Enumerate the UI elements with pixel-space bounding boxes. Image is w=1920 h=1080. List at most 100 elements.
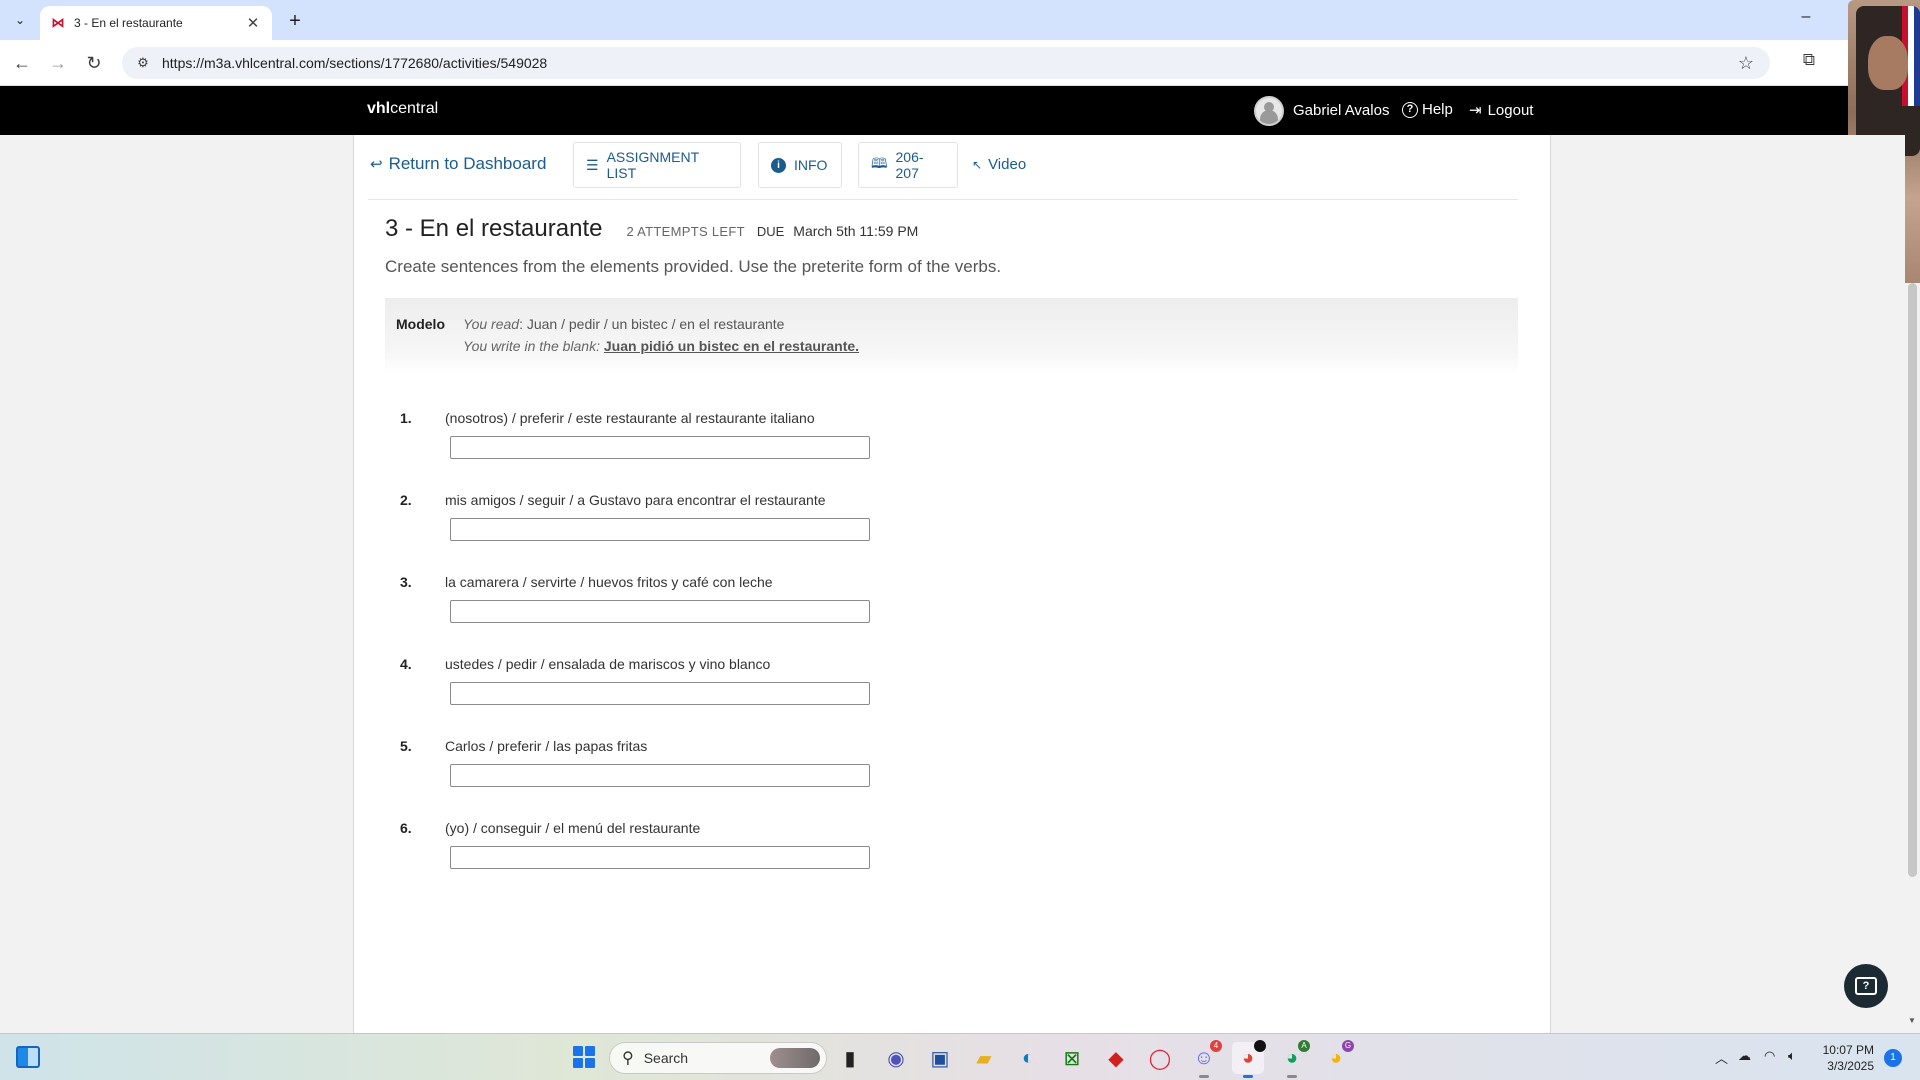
instructions: Create sentences from the elements provi… [385,257,1002,276]
chrome-profile-icon-2[interactable]: ◕ G [1320,1040,1354,1074]
windows-start-icon[interactable] [573,1046,595,1068]
system-clock[interactable]: 10:07 PM 3/3/2025 [1818,1042,1874,1074]
page-margin-right [1551,135,1905,1033]
assignment-list-button[interactable]: ☰ ASSIGNMENT LIST [573,142,741,188]
active-indicator [1243,1075,1253,1078]
answer-input-1[interactable] [450,436,870,459]
notification-badge[interactable]: 1 [1884,1049,1902,1067]
user-name[interactable]: Gabriel Avalos [1293,102,1389,119]
due-date: March 5th 11:59 PM [793,223,919,239]
video-link[interactable]: ↖ Video [972,156,1026,173]
item-prompt: Carlos / preferir / las papas fritas [445,738,648,754]
list-item: 2. mis amigos / seguir / a Gustavo para … [400,492,1000,562]
modelo-read-line: You read: Juan / pedir / un bistec / en … [463,316,784,332]
window-minimize-icon[interactable]: – [1792,8,1820,32]
clock-time: 10:07 PM [1822,1043,1874,1057]
extensions-puzzle-icon[interactable]: ⧉ [1796,50,1822,76]
teams-icon[interactable]: ◉ [880,1042,912,1074]
new-tab-plus-icon[interactable]: + [282,8,308,34]
item-number: 5. [400,738,412,754]
modelo-label: Modelo [396,316,445,332]
modelo-answer: Juan pidió un bistec en el restaurante. [603,338,860,354]
activity-title-row: 3 - En el restaurante 2 ATTEMPTS LEFT DU… [385,215,918,243]
tab-search-chevron-icon[interactable]: ⌄ [6,8,34,32]
item-prompt: (nosotros) / preferir / este restaurante… [445,410,815,426]
browser-tab-active[interactable]: ⋈ 3 - En el restaurante ✕ [40,6,272,40]
browser-toolbar: ← → ↻ ⚙ https://m3a.vhlcentral.com/secti… [0,40,1920,86]
store-icon[interactable]: ▣ [924,1042,956,1074]
windows-taskbar: ⚲ Search ▮ ◉ ▣ ▰ ◐ ⊠ ◆ ◯ ☺ 4 ◕ ◕ A ◕ G ︿… [0,1033,1920,1080]
clock-date: 3/3/2025 [1827,1059,1874,1073]
reply-arrow-icon: ↩ [370,156,383,173]
logout-link[interactable]: ⇥ Logout [1469,101,1534,120]
chat-question-icon: ? [1855,977,1877,995]
discord-badge: 4 [1210,1040,1222,1052]
assignment-list-label: ASSIGNMENT LIST [606,149,699,181]
logout-label: Logout [1487,101,1534,119]
file-explorer-icon[interactable]: ▰ [968,1042,1000,1074]
item-prompt: mis amigos / seguir / a Gustavo para enc… [445,492,826,508]
item-number: 1. [400,410,412,426]
logo-light: central [390,100,439,117]
info-button[interactable]: i INFO [758,142,842,188]
xbox-icon[interactable]: ⊠ [1056,1042,1088,1074]
textbook-pages-button[interactable]: 🕮 206-207 [858,142,958,188]
onedrive-cloud-icon[interactable]: ☁ [1738,1048,1751,1064]
search-highlight-image [770,1048,820,1068]
webcam-person [1868,36,1908,90]
site-settings-icon[interactable]: ⚙ [134,54,152,72]
read-label: You read [463,316,520,332]
chrome-profile-icon[interactable]: ◕ A [1276,1040,1310,1078]
list-item: 4. ustedes / pedir / ensalada de marisco… [400,656,1000,726]
avatar[interactable] [1254,96,1284,126]
edge-icon[interactable]: ◐ [1012,1042,1044,1074]
chrome-icon[interactable]: ◕ [1232,1040,1266,1078]
list-item: 1. (nosotros) / preferir / este restaura… [400,410,1000,480]
list-item: 6. (yo) / conseguir / el menú del restau… [400,820,1000,890]
modelo-write-line: You write in the blank: Juan pidió un bi… [463,338,859,354]
forward-arrow-icon[interactable]: → [44,49,72,77]
taskbar-search[interactable]: ⚲ Search [609,1042,827,1074]
item-number: 6. [400,820,412,836]
info-icon: i [771,157,786,173]
vhl-favicon-icon: ⋈ [51,15,65,30]
search-icon: ⚲ [622,1050,634,1067]
tab-title: 3 - En el restaurante [74,16,183,30]
reload-icon[interactable]: ↻ [80,49,108,77]
bookmark-star-icon[interactable]: ☆ [1732,53,1760,74]
page-scrollbar[interactable] [1905,283,1920,1033]
return-to-dashboard-link[interactable]: ↩ Return to Dashboard [370,154,546,174]
discord-icon[interactable]: ☺ 4 [1188,1040,1222,1078]
scrollbar-thumb[interactable] [1908,283,1917,877]
answer-input-6[interactable] [450,846,870,869]
item-number: 3. [400,574,412,590]
scroll-down-arrow-icon[interactable]: ▼ [1908,1016,1916,1025]
vhlcentral-logo[interactable]: vhlcentral [367,100,438,118]
volume-icon[interactable]: 🔈︎ [1788,1048,1796,1064]
answer-input-4[interactable] [450,682,870,705]
browser-tab-strip: ⌄ ⋈ 3 - En el restaurante ✕ + – [0,0,1920,40]
sign-out-icon: ⇥ [1469,102,1482,119]
running-indicator [1199,1075,1209,1078]
page-margin-left [0,135,353,1033]
back-arrow-icon[interactable]: ← [8,49,36,77]
widgets-icon[interactable] [16,1046,40,1068]
answer-input-5[interactable] [450,764,870,787]
answer-input-3[interactable] [450,600,870,623]
address-bar[interactable]: ⚙ https://m3a.vhlcentral.com/sections/17… [122,47,1770,79]
opera-icon[interactable]: ◯ [1144,1042,1176,1074]
webcam-video [1856,6,1920,156]
address-url[interactable]: https://m3a.vhlcentral.com/sections/1772… [162,55,1732,71]
help-link[interactable]: ? Help [1402,101,1453,118]
wifi-icon[interactable]: ◠ [1764,1048,1775,1064]
answer-input-2[interactable] [450,518,870,541]
due-label: DUE [756,224,785,239]
tab-close-icon[interactable]: ✕ [244,14,262,32]
support-chat-button[interactable]: ? [1844,964,1888,1008]
item-prompt: la camarera / servirte / huevos fritos y… [445,574,773,590]
question-circle-icon: ? [1402,101,1418,118]
game-app-icon[interactable]: ◆ [1100,1042,1132,1074]
task-view-icon[interactable]: ▮ [834,1042,866,1074]
item-prompt: (yo) / conseguir / el menú del restauran… [445,820,701,836]
show-hidden-icons-chevron-icon[interactable]: ︿ [1715,1048,1728,1067]
